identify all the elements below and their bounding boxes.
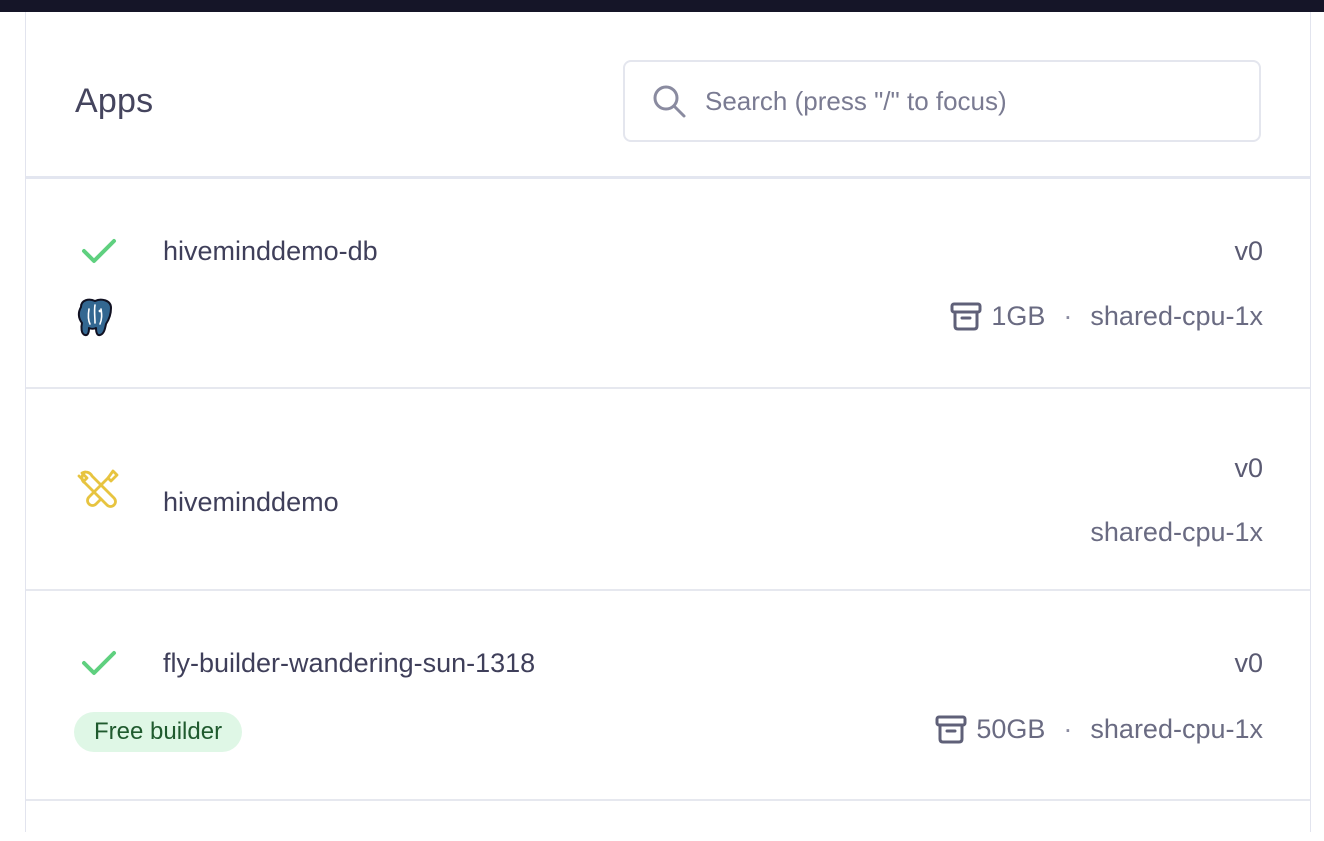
app-version: v0: [1234, 453, 1263, 483]
top-nav-bar: [0, 0, 1324, 12]
app-version: v0: [1234, 648, 1263, 678]
volume-size: 50GB: [976, 713, 1046, 744]
archive-box-icon: [949, 299, 983, 333]
check-icon: [75, 639, 123, 687]
app-row[interactable]: hiveminddemo-db v0 1GB · shared-cpu-1x: [26, 179, 1310, 389]
meta-separator: ·: [1063, 300, 1073, 331]
archive-box-icon: [934, 712, 968, 746]
app-meta: 1GB · shared-cpu-1x: [949, 299, 1263, 333]
app-row[interactable]: [26, 801, 1310, 841]
meta-separator: ·: [1063, 713, 1073, 744]
app-row[interactable]: hiveminddemo v0 shared-cpu-1x: [26, 389, 1310, 591]
apps-header: Apps: [26, 12, 1310, 179]
app-name-link[interactable]: hiveminddemo: [163, 487, 339, 518]
app-row[interactable]: fly-builder-wandering-sun-1318 v0 Free b…: [26, 591, 1310, 801]
tools-icon: [75, 465, 123, 513]
free-builder-badge: Free builder: [74, 712, 243, 752]
page-title: Apps: [75, 82, 154, 120]
search-box[interactable]: [623, 60, 1261, 142]
check-icon: [75, 227, 123, 275]
search-input[interactable]: [703, 84, 1227, 118]
app-meta: shared-cpu-1x: [1090, 517, 1263, 548]
app-name-link[interactable]: hiveminddemo-db: [163, 236, 378, 267]
app-name-link[interactable]: fly-builder-wandering-sun-1318: [163, 648, 535, 679]
machine-size: shared-cpu-1x: [1090, 517, 1263, 547]
apps-panel: Apps hiveminddemo-db v0: [25, 12, 1311, 832]
postgres-elephant-icon: [73, 297, 117, 341]
machine-size: shared-cpu-1x: [1090, 713, 1263, 744]
search-icon: [649, 81, 689, 121]
volume-size: 1GB: [991, 300, 1046, 331]
machine-size: shared-cpu-1x: [1090, 300, 1263, 331]
app-version: v0: [1234, 236, 1263, 266]
app-meta: 50GB · shared-cpu-1x: [934, 712, 1263, 746]
